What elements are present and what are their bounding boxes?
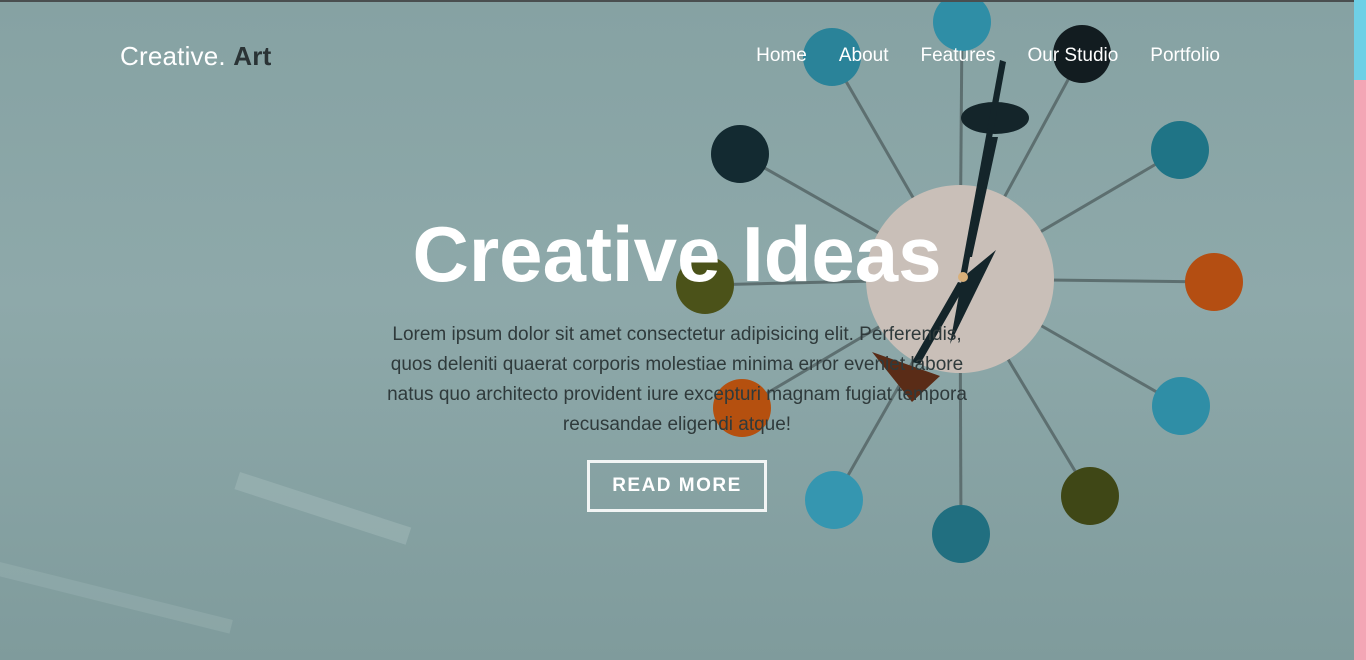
brand-name: Creative. [120, 40, 226, 71]
nav-item-our-studio[interactable]: Our Studio [1027, 45, 1118, 67]
scroll-accent-top [1354, 0, 1366, 80]
nav-item-home[interactable]: Home [756, 45, 807, 67]
scroll-accent-bottom [1354, 80, 1366, 660]
hero-description: Lorem ipsum dolor sit amet consectetur a… [387, 323, 967, 435]
hero-content: Creative Ideas Lorem ipsum dolor sit ame… [372, 210, 982, 512]
nav-item-features[interactable]: Features [920, 45, 995, 67]
nav-item-about[interactable]: About [839, 45, 889, 67]
read-more-button[interactable]: READ MORE [587, 459, 767, 512]
nav-item-portfolio[interactable]: Portfolio [1150, 45, 1220, 67]
top-navigation: Creative. Art Home About Features Our St… [120, 36, 1220, 76]
hero-section: Creative. Art Home About Features Our St… [0, 0, 1354, 660]
nav-menu: Home About Features Our Studio Portfolio [756, 45, 1220, 67]
hero-title: Creative Ideas [412, 210, 942, 298]
brand-accent: Art [233, 40, 272, 71]
brand-logo[interactable]: Creative. Art [120, 41, 271, 72]
